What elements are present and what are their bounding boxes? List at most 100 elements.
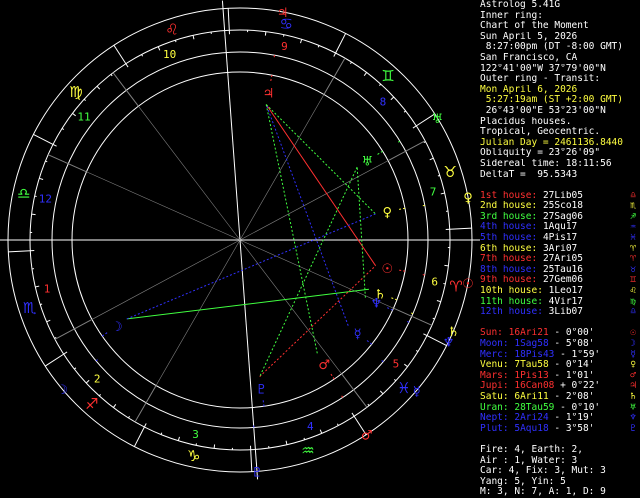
house-label: 2nd house: [480, 201, 537, 211]
transit-tick [398, 141, 400, 142]
planet-row: Sun: 16Ari21 - 0°00'☉ [480, 328, 640, 339]
planet-icon: ♄ [630, 392, 636, 403]
zodiac-sign-icon: ♐ [85, 395, 98, 413]
sign-boundary [114, 45, 126, 63]
house-cusp-inner [138, 106, 240, 240]
degree-tick [62, 128, 64, 129]
house-cusp-value: 27Gem06 [543, 275, 583, 285]
moon-icon: ☽ [111, 320, 123, 335]
degree-tick [74, 368, 76, 369]
planet-label: Nept: [480, 413, 509, 423]
pluto-icon: ♇ [251, 465, 263, 480]
planet-row: Moon: 1Sag58 - 5°08'☽ [480, 339, 640, 350]
sign-icon: ♊ [630, 275, 636, 286]
aspect-line [357, 167, 365, 298]
house-label: 1st house: [480, 191, 537, 201]
house-row: 1st house: 27Lib05♎ [480, 191, 640, 202]
degree-tick [438, 175, 440, 176]
house-cusp-line [324, 58, 345, 94]
degree-tick [430, 158, 434, 160]
house-label: 9th house: [480, 275, 537, 285]
polarity-summary: Yang: 5, Yin: 5 [480, 477, 640, 488]
planet-row: Mars: 1Pis13 - 1°01' ♂ [480, 371, 640, 382]
house-number: 6 [431, 275, 438, 288]
mars-icon: ♂ [318, 358, 330, 373]
degree-tick [286, 441, 287, 445]
house-label: 10th house: [480, 286, 543, 296]
planet-position: 1Pis13 [514, 371, 548, 381]
sign-icon: ♎ [630, 307, 636, 318]
house-cusp-inner [240, 240, 342, 374]
house-cusp-line [222, 1, 240, 240]
neptune-icon: ♆ [443, 336, 455, 351]
house-cusp-value: 1Aqu17 [543, 222, 577, 232]
planet-label: Mars: [480, 371, 509, 381]
house-label: 5th house: [480, 233, 537, 243]
house-cusp-line [135, 386, 156, 422]
venus-icon: ♀ [383, 206, 393, 221]
planet-row: Nept: 2Ari24 - 1°19'♆ [480, 413, 640, 424]
zodiac-sign-icon: ♍ [69, 83, 82, 101]
planet-label: Moon: [480, 339, 509, 349]
info-panel: Astrolog 5.41G Inner ring: Chart of the … [480, 0, 640, 480]
degree-tick [404, 364, 407, 366]
degree-tick [437, 301, 441, 302]
house-cusp-inner [240, 161, 388, 240]
natal-tick [389, 297, 396, 300]
transit-tick [407, 321, 409, 322]
house-number: 10 [163, 48, 176, 61]
house-number: 11 [77, 110, 90, 123]
planet-icon: ♂ [630, 371, 636, 382]
sign-boundary [8, 251, 30, 252]
planet-position: 18Pis43 [514, 350, 554, 360]
uranus-icon: ♅ [432, 112, 444, 127]
house-label: 4th house: [480, 222, 537, 232]
house-cusp-list: 1st house: 27Lib05♎2nd house: 25Sco18♏3r… [480, 191, 640, 318]
inner-coords: 122°41'00"W 37°79'00"N [480, 64, 640, 75]
sidereal-time: Sidereal time: 18:11:56 [480, 159, 640, 170]
jupiter-icon: ♃ [263, 87, 275, 102]
degree-tick [72, 113, 75, 115]
planet-position: 16Ari21 [509, 328, 549, 338]
zodiac-sign-icon: ♎ [17, 185, 30, 203]
natal-tick [365, 339, 371, 344]
house-cusp-inner [86, 172, 240, 240]
planet-offset: - 0°10' [554, 403, 600, 413]
transit-tick [96, 360, 98, 361]
sign-icon: ♏ [630, 201, 636, 212]
planet-offset: - 1°01' [549, 371, 595, 381]
planet-icon: ♅ [630, 403, 636, 414]
transit-tick [411, 313, 413, 314]
sun-icon: ☉ [382, 262, 394, 277]
planet-icon: ♆ [630, 413, 636, 424]
sign-icon: ♈ [630, 254, 636, 265]
house-row: 3rd house: 27Sag06♐ [480, 212, 640, 223]
degree-tick [301, 39, 302, 43]
degree-tick [337, 424, 338, 426]
planet-offset: - 1°59' [554, 350, 600, 360]
outer-coords: 26°43'00"E 53°23'00"N [480, 106, 640, 117]
house-cusp-value: 4Pis17 [543, 233, 577, 243]
natal-planet-ring: ☉☽☿♀♂♃♄♅♆♇ [102, 75, 405, 406]
degree-tick [441, 193, 445, 194]
transit-planet-ring: ☉☽☿♀♂♃♄♅♆♇ [57, 6, 474, 480]
element-summary: Fire: 4, Earth: 2, [480, 445, 640, 456]
planet-label: Merc: [480, 350, 509, 360]
planet-position: 5Aqu18 [514, 424, 548, 434]
sun-icon: ☉ [462, 277, 474, 292]
planet-icon: ☉ [630, 328, 636, 339]
natal-tick [376, 151, 383, 155]
zodiac-sign-icon: ♉ [444, 163, 457, 181]
planet-position: 1Sag58 [514, 339, 548, 349]
venus-icon: ♀ [463, 191, 473, 206]
planet-position-list: Sun: 16Ari21 - 0°00'☉Moon: 1Sag58 - 5°08… [480, 328, 640, 434]
house-cusp-line [240, 240, 258, 479]
planet-offset: - 1°19' [549, 413, 595, 423]
degree-tick [380, 391, 383, 394]
aspect-line [266, 105, 375, 266]
degree-tick [161, 433, 162, 435]
mercury-icon: ☿ [413, 384, 421, 399]
natal-tick [397, 208, 405, 210]
degree-tick [99, 394, 100, 395]
degree-tick [404, 111, 406, 112]
